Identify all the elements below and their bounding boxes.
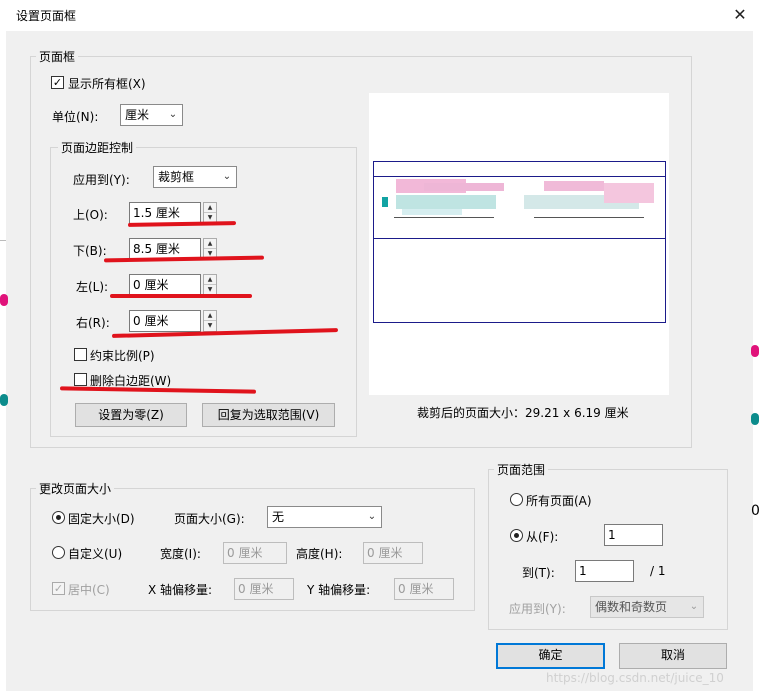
window-border-right [753, 31, 759, 691]
close-icon[interactable]: ✕ [727, 4, 753, 26]
page-size-label: 页面大小(G): [174, 512, 245, 526]
apply-to-label: 应用到(Y): [73, 173, 130, 187]
ok-button[interactable]: 确定 [496, 643, 605, 669]
chevron-down-icon: ⌄ [168, 109, 178, 120]
apply-to-select-value: 裁剪框 [158, 170, 195, 184]
right-margin-spinner[interactable]: ▲ ▼ [203, 310, 217, 332]
right-margin-label: 右(R): [76, 316, 110, 330]
background-mark [751, 413, 759, 425]
chevron-down-icon: ⌄ [689, 601, 699, 612]
unit-label: 单位(N): [52, 110, 99, 124]
height-input[interactable]: 0 厘米 [363, 542, 423, 564]
all-pages-radio[interactable] [510, 493, 523, 506]
left-margin-input[interactable]: 0 厘米 [129, 274, 201, 296]
y-offset-label: Y 轴偏移量: [307, 583, 371, 597]
cropped-page-size-caption: 裁剪后的页面大小：29.21 x 6.19 厘米 [417, 406, 629, 420]
to-label: 到(T): [522, 566, 555, 580]
spin-up-icon[interactable]: ▲ [204, 311, 216, 321]
x-offset-input[interactable]: 0 厘米 [234, 578, 294, 600]
crop-box-outline [373, 176, 666, 239]
left-margin-label: 左(L): [76, 280, 109, 294]
constrain-proportions-label: 约束比例(P) [90, 349, 155, 363]
red-underline-annotation [110, 294, 252, 298]
height-label: 高度(H): [296, 547, 343, 561]
window-border-left [0, 31, 6, 691]
custom-size-radio[interactable] [52, 546, 65, 559]
all-pages-label: 所有页面(A) [526, 494, 592, 508]
set-to-zero-button[interactable]: 设置为零(Z) [75, 403, 187, 427]
chevron-down-icon: ⌄ [367, 511, 377, 522]
range-apply-to-select-value: 偶数和奇数页 [595, 600, 668, 614]
right-margin-input[interactable]: 0 厘米 [129, 310, 201, 332]
custom-size-label: 自定义(U) [68, 547, 123, 561]
width-input[interactable]: 0 厘米 [223, 542, 287, 564]
top-margin-input[interactable]: 1.5 厘米 [129, 202, 201, 224]
to-page-input[interactable]: 1 [575, 560, 634, 582]
spin-up-icon[interactable]: ▲ [204, 275, 216, 285]
cancel-button[interactable]: 取消 [619, 643, 727, 669]
spin-up-icon[interactable]: ▲ [204, 203, 216, 213]
unit-select-value: 厘米 [125, 108, 150, 122]
unit-select[interactable]: 厘米 ⌄ [120, 104, 183, 126]
width-label: 宽度(I): [160, 547, 201, 561]
background-mark [0, 394, 8, 406]
show-all-boxes-checkbox[interactable]: ✓ [51, 76, 64, 89]
page-box-group-label: 页面框 [36, 48, 79, 65]
from-radio[interactable] [510, 529, 523, 542]
page-size-select[interactable]: 无 ⌄ [267, 506, 382, 528]
background-mark [751, 345, 759, 357]
margin-control-group-label: 页面边距控制 [58, 139, 137, 156]
constrain-proportions-checkbox[interactable] [74, 348, 87, 361]
spin-down-icon[interactable]: ▼ [204, 321, 216, 331]
x-offset-label: X 轴偏移量: [148, 583, 213, 597]
from-page-input[interactable]: 1 [604, 524, 663, 546]
title-bar: 设置页面框 ✕ [0, 0, 759, 31]
left-margin-spinner[interactable]: ▲ ▼ [203, 274, 217, 296]
background-mark [0, 294, 8, 306]
revert-to-selection-button[interactable]: 回复为选取范围(V) [202, 403, 335, 427]
y-offset-input[interactable]: 0 厘米 [394, 578, 454, 600]
background-line [0, 240, 6, 241]
fixed-size-label: 固定大小(D) [68, 512, 135, 526]
window-border-bottom [0, 691, 759, 695]
top-margin-label: 上(O): [73, 208, 108, 222]
page-range-group-label: 页面范围 [494, 461, 549, 478]
window-title: 设置页面框 [16, 9, 77, 23]
fixed-size-radio[interactable] [52, 511, 65, 524]
spin-up-icon[interactable]: ▲ [204, 239, 216, 249]
center-label: 居中(C) [68, 583, 110, 597]
page-size-select-value: 无 [272, 510, 285, 524]
bottom-margin-label: 下(B): [73, 244, 107, 258]
chevron-down-icon: ⌄ [222, 171, 232, 182]
page-preview [369, 93, 669, 395]
range-apply-to-select[interactable]: 偶数和奇数页 ⌄ [590, 596, 704, 618]
show-all-boxes-label: 显示所有框(X) [68, 77, 146, 91]
total-pages-label: / 1 [650, 564, 666, 578]
range-apply-to-label: 应用到(Y): [509, 602, 566, 616]
center-checkbox[interactable]: ✓ [52, 582, 65, 595]
background-glyph: 0 [751, 503, 759, 519]
change-page-size-group-label: 更改页面大小 [36, 480, 115, 497]
from-label: 从(F): [526, 530, 559, 544]
watermark-text: https://blog.csdn.net/juice_10 [546, 671, 724, 685]
remove-white-margins-checkbox[interactable] [74, 373, 87, 386]
apply-to-select[interactable]: 裁剪框 ⌄ [153, 166, 237, 188]
